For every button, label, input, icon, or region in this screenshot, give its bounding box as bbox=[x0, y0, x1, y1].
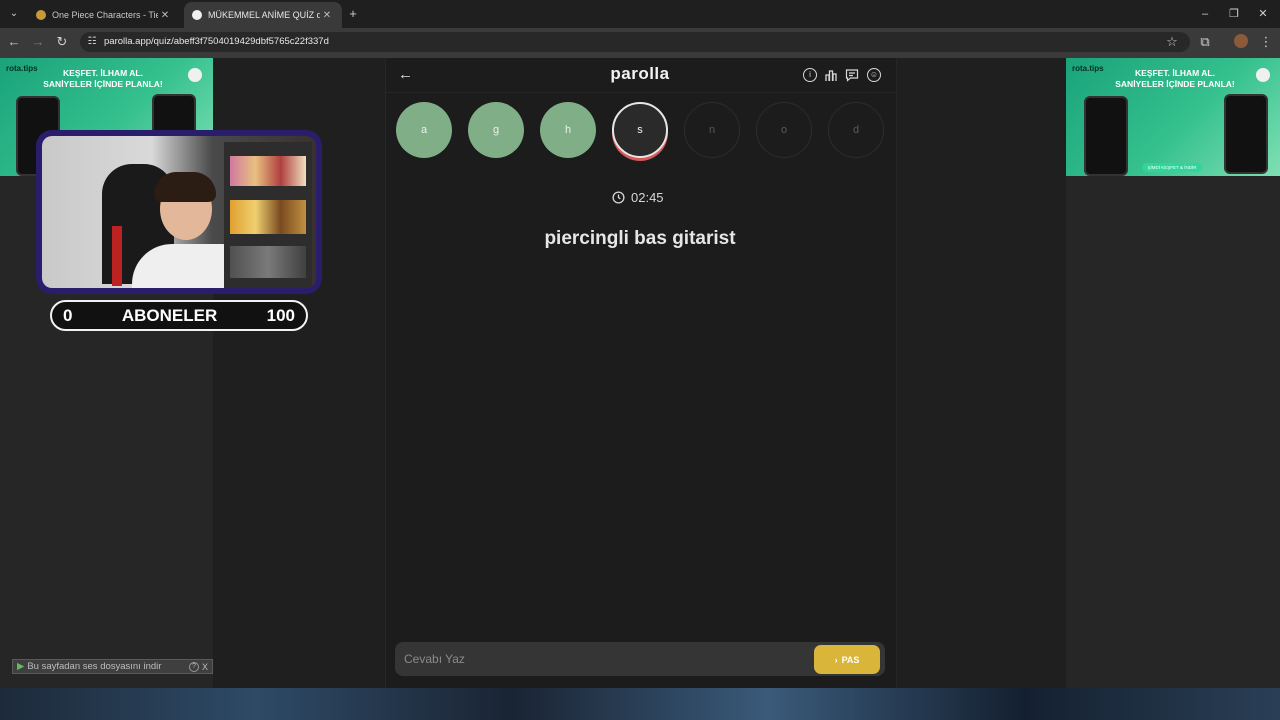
tab-favicon-icon bbox=[192, 10, 202, 20]
back-icon[interactable]: ← bbox=[6, 34, 22, 50]
sub-max: 100 bbox=[266, 305, 295, 325]
letter-circle-n: n bbox=[684, 102, 740, 158]
right-ad-banner[interactable]: rota.tips KEŞFET. İLHAM AL. SANİYELER İÇ… bbox=[1066, 58, 1280, 176]
question-text: piercingli bas gitarist bbox=[544, 228, 736, 249]
sub-label: ABONELER bbox=[121, 305, 218, 325]
new-tab-button[interactable]: + bbox=[345, 6, 361, 22]
close-window-icon[interactable]: ✕ bbox=[1255, 6, 1271, 22]
close-icon[interactable]: X bbox=[202, 662, 212, 672]
desktop-wallpaper-strip bbox=[0, 688, 1280, 720]
webcam-overlay bbox=[36, 130, 322, 294]
user-icon[interactable]: ☺ bbox=[867, 68, 881, 82]
ad-phone-image bbox=[1224, 94, 1268, 174]
tab-close-icon[interactable]: ✕ bbox=[158, 10, 172, 21]
letter-char: h bbox=[564, 124, 572, 136]
help-icon[interactable]: ? bbox=[189, 661, 199, 672]
chevron-right-icon: › bbox=[834, 654, 838, 665]
timer: 02:45 bbox=[612, 190, 692, 205]
tab-title: One Piece Characters - Tier List bbox=[52, 10, 158, 20]
letter-char: g bbox=[492, 124, 500, 136]
letter-char: n bbox=[708, 124, 716, 136]
letter-char: o bbox=[780, 124, 788, 136]
ad-phone-image bbox=[1084, 96, 1128, 176]
letter-circle-g: g bbox=[468, 102, 524, 158]
app-logo[interactable]: parolla bbox=[560, 64, 720, 84]
ad-line2: SANİYELER İÇİNDE PLANLA! bbox=[43, 79, 163, 89]
ad-dot-icon bbox=[188, 68, 202, 82]
download-audio-bar[interactable]: ▶ Bu sayfadan ses dosyasını indir ? X bbox=[12, 659, 213, 674]
header-divider bbox=[386, 92, 896, 93]
profile-avatar[interactable] bbox=[1234, 34, 1248, 48]
menu-icon[interactable]: ⋮ bbox=[1258, 34, 1274, 50]
download-text[interactable]: Bu sayfadan ses dosyasını indir bbox=[27, 661, 186, 672]
site-info-icon[interactable]: ☷ bbox=[84, 34, 100, 50]
ad-cta-button[interactable]: ŞİMDİ KEŞFET & İNDİR bbox=[1142, 163, 1202, 172]
webcam-video bbox=[42, 136, 316, 288]
letter-circle-o: o bbox=[756, 102, 812, 158]
ad-line2: SANİYELER İÇİNDE PLANLA! bbox=[1115, 79, 1235, 89]
info-icon[interactable]: i bbox=[803, 68, 817, 82]
pass-button[interactable]: › PAS bbox=[814, 645, 880, 674]
tab-close-icon[interactable]: ✕ bbox=[320, 10, 334, 21]
person-hair-image bbox=[154, 172, 216, 202]
stats-icon[interactable] bbox=[824, 68, 838, 82]
timer-value: 02:45 bbox=[631, 190, 664, 205]
tab-title: MÜKEMMEL ANİME QUİZ quiz bbox=[208, 10, 320, 20]
letter-circle-s: s bbox=[612, 102, 668, 158]
tab-one-piece[interactable]: One Piece Characters - Tier List ✕ bbox=[28, 2, 180, 28]
comments-icon[interactable] bbox=[845, 68, 859, 82]
reload-icon[interactable]: ↻ bbox=[54, 34, 70, 50]
extensions-icon[interactable]: ⧉ bbox=[1197, 34, 1213, 50]
tab-search-icon[interactable]: ⌄ bbox=[6, 6, 22, 22]
letter-char: s bbox=[637, 124, 643, 136]
ad-line1: KEŞFET. İLHAM AL. bbox=[63, 68, 143, 78]
ad-line1: KEŞFET. İLHAM AL. bbox=[1135, 68, 1215, 78]
shelf-image bbox=[224, 142, 312, 288]
letter-char: a bbox=[420, 124, 428, 136]
bookmark-star-icon[interactable]: ☆ bbox=[1164, 34, 1180, 50]
forward-icon[interactable]: → bbox=[30, 34, 46, 50]
tab-anime-quiz[interactable]: MÜKEMMEL ANİME QUİZ quiz ✕ bbox=[184, 2, 342, 28]
minimize-icon[interactable]: – bbox=[1197, 6, 1213, 22]
back-arrow-icon[interactable]: ← bbox=[398, 66, 413, 83]
letter-char: d bbox=[852, 124, 860, 136]
restore-icon[interactable]: ❐ bbox=[1226, 6, 1242, 22]
letter-circle-a: a bbox=[396, 102, 452, 158]
clock-icon bbox=[612, 191, 625, 204]
tab-favicon-icon bbox=[36, 10, 46, 20]
subscriber-goal-bar: 0 ABONELER 100 bbox=[50, 300, 308, 331]
chair-stripe-image bbox=[112, 226, 122, 286]
url-text[interactable]: parolla.app/quiz/abeff3f7504019429dbf576… bbox=[104, 35, 329, 49]
ad-dot-icon bbox=[1256, 68, 1270, 82]
right-ad-column: rota.tips KEŞFET. İLHAM AL. SANİYELER İÇ… bbox=[1066, 58, 1280, 688]
ad-brand: rota.tips bbox=[1072, 64, 1104, 73]
letter-circle-h: h bbox=[540, 102, 596, 158]
ad-brand: rota.tips bbox=[6, 64, 38, 73]
sub-min: 0 bbox=[63, 305, 73, 325]
answer-input[interactable] bbox=[404, 648, 804, 670]
pass-label: PAS bbox=[841, 654, 860, 665]
play-icon: ▶ bbox=[17, 661, 25, 672]
letter-circle-d: d bbox=[828, 102, 884, 158]
